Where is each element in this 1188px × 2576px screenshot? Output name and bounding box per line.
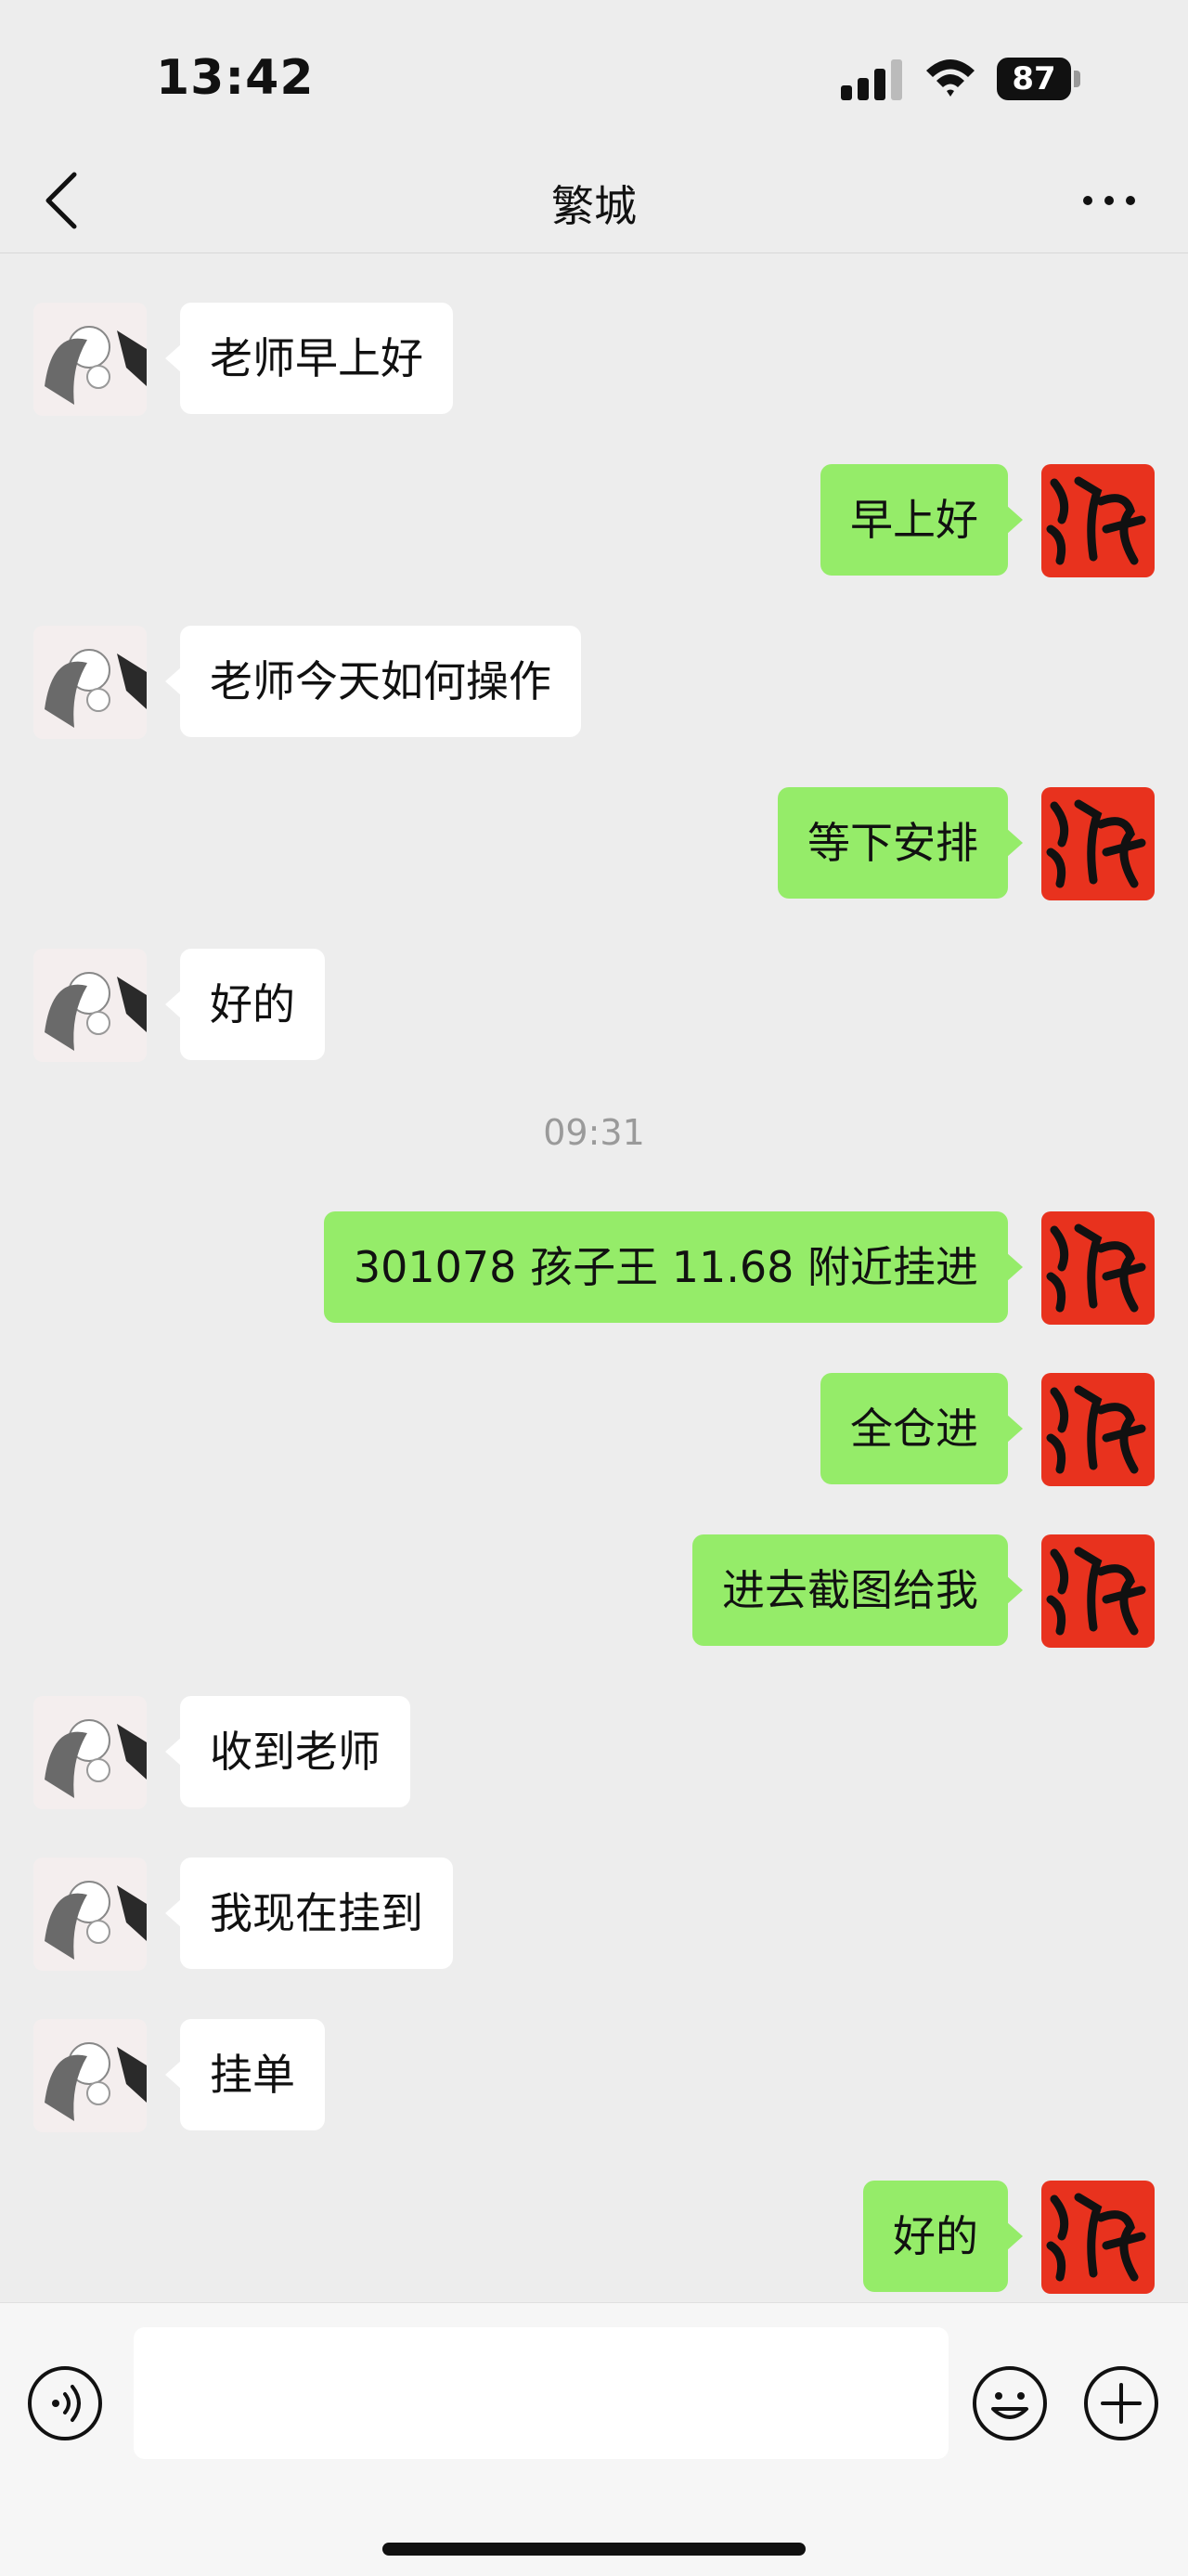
message-timestamp: 09:31	[543, 1112, 645, 1153]
status-bar: 13:42 87	[0, 0, 1188, 149]
message-row: 挂单	[0, 2019, 1188, 2132]
message-row: 老师早上好	[0, 303, 1188, 416]
contact-avatar[interactable]	[33, 949, 147, 1062]
status-time: 13:42	[156, 50, 315, 106]
message-row: 等下安排	[0, 787, 1188, 900]
contact-avatar[interactable]	[33, 303, 147, 416]
incoming-message[interactable]: 老师早上好	[165, 303, 453, 414]
chat-title: 繁城	[551, 181, 637, 231]
incoming-message[interactable]: 挂单	[165, 2019, 325, 2130]
wifi-icon	[926, 59, 975, 97]
message-row: 全仓进	[0, 1373, 1188, 1486]
my-avatar[interactable]	[1041, 2181, 1155, 2294]
input-bar	[0, 2302, 1188, 2576]
voice-icon[interactable]	[26, 2364, 104, 2442]
emoji-icon[interactable]	[971, 2364, 1049, 2442]
incoming-message[interactable]: 老师今天如何操作	[165, 626, 581, 737]
outgoing-message[interactable]: 全仓进	[820, 1373, 1023, 1484]
battery-indicator: 87	[997, 58, 1082, 100]
message-row: 我现在挂到	[0, 1858, 1188, 1971]
message-input[interactable]	[134, 2327, 949, 2459]
message-row: 收到老师	[0, 1696, 1188, 1809]
contact-avatar[interactable]	[33, 1696, 147, 1809]
my-avatar[interactable]	[1041, 1373, 1155, 1486]
my-avatar[interactable]	[1041, 464, 1155, 577]
more-icon[interactable]	[1077, 182, 1142, 219]
outgoing-message[interactable]: 等下安排	[778, 787, 1023, 899]
home-indicator[interactable]	[382, 2543, 806, 2556]
plus-icon[interactable]	[1082, 2364, 1160, 2442]
my-avatar[interactable]	[1041, 1211, 1155, 1325]
outgoing-message[interactable]: 早上好	[820, 464, 1023, 576]
incoming-message[interactable]: 我现在挂到	[165, 1858, 453, 1969]
my-avatar[interactable]	[1041, 1534, 1155, 1648]
my-avatar[interactable]	[1041, 787, 1155, 900]
message-row: 好的	[0, 949, 1188, 1062]
message-row: 老师今天如何操作	[0, 626, 1188, 739]
message-row: 进去截图给我	[0, 1534, 1188, 1648]
battery-level: 87	[997, 58, 1071, 100]
outgoing-message[interactable]: 进去截图给我	[692, 1534, 1023, 1646]
message-list[interactable]: 老师早上好 早上好 老师今天如何操作 等下安排 好的 09:31 301078 …	[0, 253, 1188, 2301]
battery-cap	[1074, 71, 1080, 87]
incoming-message[interactable]: 好的	[165, 949, 325, 1060]
contact-avatar[interactable]	[33, 626, 147, 739]
contact-avatar[interactable]	[33, 1858, 147, 1971]
message-row: 301078 孩子王 11.68 附近挂进	[0, 1211, 1188, 1325]
contact-avatar[interactable]	[33, 2019, 147, 2132]
incoming-message[interactable]: 收到老师	[165, 1696, 410, 1807]
outgoing-message[interactable]: 好的	[863, 2181, 1023, 2292]
nav-bar: 繁城	[0, 149, 1188, 253]
outgoing-message[interactable]: 301078 孩子王 11.68 附近挂进	[323, 1211, 1024, 1323]
message-row: 好的	[0, 2181, 1188, 2294]
message-row: 早上好	[0, 464, 1188, 577]
signal-icon	[841, 59, 902, 100]
